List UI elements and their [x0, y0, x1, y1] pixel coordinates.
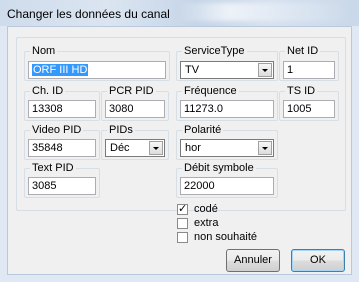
chevron-down-icon — [153, 147, 159, 150]
polarite-select[interactable]: hor — [180, 139, 274, 157]
polarite-dropdown-button[interactable] — [258, 141, 272, 155]
cancel-button[interactable]: Annuler — [226, 249, 280, 272]
tsid-label: TS ID — [285, 85, 318, 97]
pids-select[interactable]: Déc — [105, 139, 165, 157]
videopid-field[interactable]: 35848 — [28, 139, 96, 157]
ok-button[interactable]: OK — [291, 249, 345, 272]
pids-dropdown-button[interactable] — [149, 141, 163, 155]
tsid-field[interactable]: 1005 — [283, 100, 335, 118]
chid-label: Ch. ID — [30, 85, 66, 97]
checkbox-non-souhaite-box[interactable] — [177, 232, 188, 243]
chid-field[interactable]: 13308 — [28, 100, 96, 118]
chevron-down-icon — [262, 69, 268, 72]
checkmark-icon: ✓ — [178, 203, 188, 215]
title-bar: Changer les données du canal — [0, 0, 359, 26]
debit-value: 22000 — [184, 180, 215, 192]
checkbox-extra-label: extra — [194, 217, 219, 229]
servicetype-dropdown-button[interactable] — [258, 63, 272, 77]
servicetype-value: TV — [185, 64, 200, 76]
tsid-value: 1005 — [287, 103, 312, 115]
debit-label: Débit symbole — [182, 162, 256, 174]
blurred-title-area — [178, 3, 348, 21]
servicetype-select[interactable]: TV — [180, 61, 274, 79]
pids-value: Déc — [110, 142, 130, 154]
checkbox-non-souhaite-label: non souhaité — [194, 231, 257, 243]
checkbox-extra-box[interactable] — [177, 218, 188, 229]
servicetype-label: ServiceType — [182, 45, 247, 57]
nom-label: Nom — [30, 45, 58, 57]
pcrpid-field[interactable]: 3080 — [105, 100, 165, 118]
nom-value: ORF III HD — [32, 64, 89, 76]
textpid-label: Text PID — [30, 162, 76, 174]
dialog-body: Nom ORF III HD ServiceType TV Net ID 1 C… — [7, 26, 352, 275]
pcrpid-value: 3080 — [109, 103, 134, 115]
videopid-value: 35848 — [32, 142, 63, 154]
netid-label: Net ID — [285, 45, 321, 57]
chevron-down-icon — [262, 147, 268, 150]
netid-field[interactable]: 1 — [283, 61, 335, 79]
textpid-field[interactable]: 3085 — [28, 177, 96, 195]
nom-field[interactable]: ORF III HD — [28, 61, 166, 79]
netid-value: 1 — [287, 64, 294, 76]
polarite-value: hor — [185, 142, 201, 154]
window-title: Changer les données du canal — [7, 7, 170, 21]
checkbox-code-label: codé — [194, 203, 218, 215]
frequence-value: 11273.0 — [184, 103, 223, 115]
polarite-label: Polarité — [182, 124, 224, 136]
frequence-field[interactable]: 11273.0 — [180, 100, 274, 118]
debit-field[interactable]: 22000 — [180, 177, 274, 195]
chid-value: 13308 — [32, 103, 63, 115]
frequence-label: Fréquence — [182, 85, 239, 97]
videopid-label: Video PID — [30, 124, 84, 136]
checkbox-code-box[interactable]: ✓ — [177, 203, 188, 215]
textpid-value: 3085 — [32, 180, 57, 192]
pids-label: PIDs — [107, 124, 135, 136]
pcrpid-label: PCR PID — [107, 85, 156, 97]
